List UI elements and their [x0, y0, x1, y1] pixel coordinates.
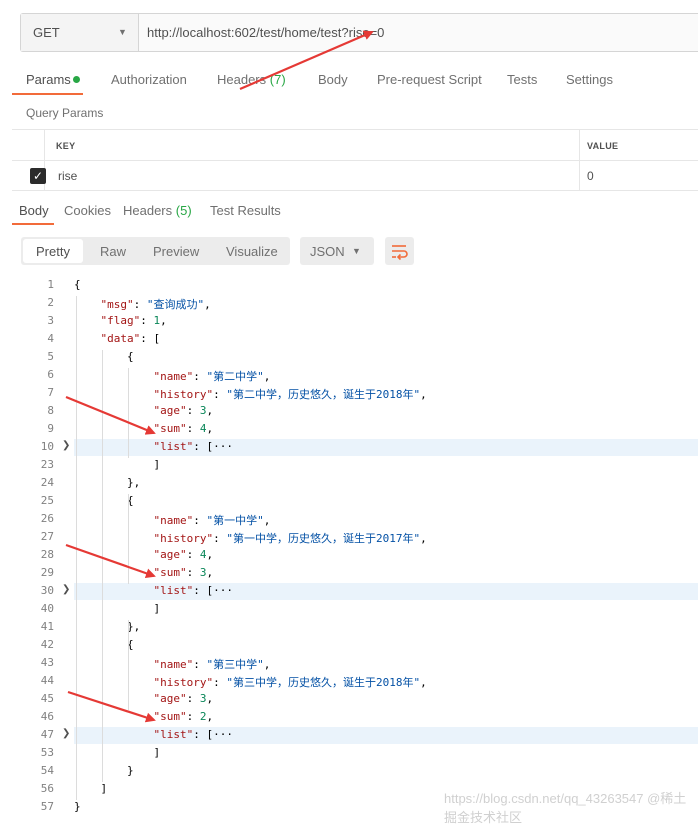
arrow-icon — [67, 690, 156, 723]
arrow-icon — [239, 30, 374, 91]
watermark: https://blog.csdn.net/qq_43263547 @稀土掘金技… — [444, 791, 687, 825]
arrow-icon — [65, 543, 156, 579]
arrow-icon — [65, 395, 156, 435]
annotation-arrows — [65, 30, 374, 723]
